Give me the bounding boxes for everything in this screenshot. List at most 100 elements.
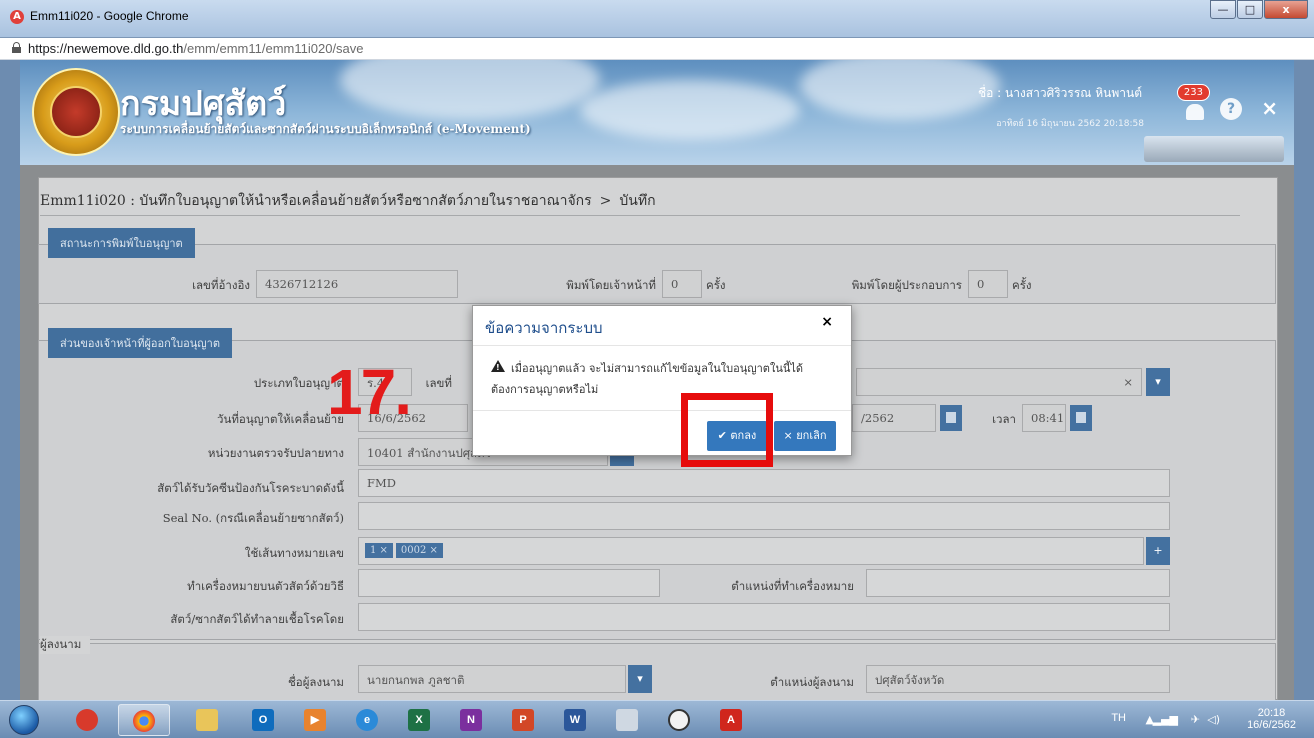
dest-unit-label: หน่วยงานตรวจรับปลายทาง (207, 446, 344, 460)
route-field[interactable]: 1 × 0002 × (358, 537, 1144, 565)
user-name: ชื่อ : นางสาวศิริวรรณ หินพานต์ (977, 86, 1142, 100)
current-datetime: อาทิตย์ 16 มิถุนายน 2562 20:18:58 (996, 119, 1144, 129)
taskbar-word[interactable]: W (550, 704, 602, 736)
signer-position-field[interactable]: ปศุสัตว์จังหวัด (866, 665, 1170, 693)
taskbar-onenote[interactable]: N (446, 704, 498, 736)
brand-subtitle: ระบบการเคลื่อนย้ายสัตว์และซากสัตว์ผ่านระ… (120, 122, 531, 136)
dialog-body: ! เมื่ออนุญาตแล้ว จะไม่สามารถแก้ไขข้อมูล… (473, 346, 851, 410)
minimize-button[interactable]: — (1210, 0, 1236, 19)
ref-label: เลขที่อ้างอิง (192, 278, 250, 292)
app-icon: A (10, 10, 24, 24)
staff-print-unit: ครั้ง (706, 278, 726, 292)
help-icon[interactable]: ? (1220, 98, 1242, 120)
mark-method-label: ทำเครื่องหมายบนตัวสัตว์ด้วยวิธี (187, 579, 344, 593)
excel-icon: X (408, 709, 430, 731)
taskbar-powerpoint[interactable]: P (498, 704, 550, 736)
operator-print-field[interactable]: 0 (968, 270, 1008, 298)
acrobat-icon: A (720, 709, 742, 731)
taskbar-pin[interactable] (62, 704, 114, 736)
site-header: กรมปศุสัตว์ ระบบการเคลื่อนย้ายสัตว์และซา… (20, 60, 1294, 165)
taskbar-printer[interactable] (602, 704, 654, 736)
seal-label: Seal No. (กรณีเคลื่อนย้ายซากสัตว์) (162, 511, 344, 525)
clock-icon (668, 709, 690, 731)
staff-print-field[interactable]: 0 (662, 270, 702, 298)
mark-position-field[interactable] (866, 569, 1170, 597)
route-tag[interactable]: 1 × (365, 543, 393, 558)
ie-icon: e (356, 709, 378, 731)
time-field[interactable]: 08:41 (1022, 404, 1066, 432)
signal-icon[interactable]: ▂▄▆ (1153, 713, 1178, 726)
vaccine-label: สัตว์ได้รับวัคซีนป้องกันโรคระบาดดังนี้ (157, 481, 344, 495)
permit-no-select[interactable]: × (856, 368, 1142, 396)
outlook-icon: O (252, 709, 274, 731)
chrome-icon (133, 710, 155, 732)
taskbar: O ▶ e X N P W A TH ▲ ▂▄▆ ✈ ◁) 20:18 16/6… (0, 700, 1314, 738)
route-tag[interactable]: 0002 × (395, 543, 443, 558)
clock-icon[interactable] (1070, 405, 1092, 431)
breadcrumb-current: บันทึก (619, 193, 656, 209)
bell-icon[interactable] (1186, 104, 1204, 120)
signer-group-label: ผู้ลงนาม (40, 636, 90, 654)
dialog-title: ข้อความจากระบบ (485, 319, 603, 337)
dialog-message-line2: ต้องการอนุญาตหรือไม่ (491, 383, 599, 396)
signer-name-dropdown-button[interactable]: ▾ (628, 665, 652, 693)
disinfect-field[interactable] (358, 603, 1170, 631)
seal-field[interactable] (358, 502, 1170, 530)
permit-no-dropdown-button[interactable]: ▾ (1146, 368, 1170, 396)
truck-illustration (1144, 136, 1284, 162)
clock-time: 20:18 (1257, 707, 1286, 719)
breadcrumb-page: Emm11i020 : บันทึกใบอนุญาตให้นำหรือเคลื่… (40, 193, 592, 209)
taskbar-media[interactable]: ▶ (290, 704, 342, 736)
taskbar-outlook[interactable]: O (238, 704, 290, 736)
taskbar-explorer[interactable] (182, 704, 234, 736)
staff-print-label: พิมพ์โดยเจ้าหน้าที่ (566, 278, 656, 292)
language-indicator[interactable]: TH (1111, 712, 1126, 724)
taskbar-excel[interactable]: X (394, 704, 446, 736)
operator-print-label: พิมพ์โดยผู้ประกอบการ (851, 278, 962, 292)
taskbar-acrobat[interactable]: A (706, 704, 758, 736)
taskbar-clock[interactable] (654, 704, 706, 736)
permit-type-label: ประเภทใบอนุญาต (253, 376, 344, 390)
taskbar-ie[interactable]: e (342, 704, 394, 736)
step-number-annotation: 17. (327, 356, 412, 428)
word-icon: W (564, 709, 586, 731)
window-controls: — □ x (1209, 0, 1308, 19)
system-clock[interactable]: 20:18 16/6/2562 (1247, 707, 1296, 731)
highlight-box (681, 393, 773, 467)
dialog-header: ข้อความจากระบบ × (473, 306, 851, 346)
start-button[interactable] (9, 705, 39, 735)
window-title-bar: A Emm11i020 - Google Chrome — □ x (0, 0, 1314, 38)
chevron-right-icon: > (599, 193, 612, 209)
volume-icon[interactable]: ◁) (1207, 713, 1220, 726)
taskbar-chrome[interactable] (118, 704, 170, 736)
network-icon[interactable]: ✈ (1191, 713, 1200, 726)
mark-method-field[interactable] (358, 569, 660, 597)
notification-badge[interactable]: 233 (1176, 84, 1210, 101)
ref-field[interactable]: 4326712126 (256, 270, 458, 298)
department-seal-logo (32, 68, 120, 156)
confirm-dialog: ข้อความจากระบบ × ! เมื่ออนุญาตแล้ว จะไม่… (472, 305, 852, 456)
permit-no-label: เลขที่ (425, 376, 452, 390)
divider (40, 215, 1240, 216)
signer-name-select[interactable]: นายกนกพล ภูลชาติ (358, 665, 626, 693)
powerpoint-icon: P (512, 709, 534, 731)
window-title: Emm11i020 - Google Chrome (30, 9, 189, 23)
clock-date: 16/6/2562 (1247, 719, 1296, 731)
end-date-field[interactable]: /2562 (852, 404, 936, 432)
vaccine-field[interactable]: FMD (358, 469, 1170, 497)
maximize-button[interactable]: □ (1237, 0, 1263, 19)
address-bar[interactable]: https://newemove.dld.go.th/emm/emm11/emm… (0, 38, 1314, 60)
lock-icon (12, 42, 21, 53)
cancel-button[interactable]: × ยกเลิก (774, 421, 836, 451)
dialog-close-icon[interactable]: × (821, 314, 833, 330)
url-text[interactable]: https://newemove.dld.go.th/emm/emm11/emm… (28, 41, 364, 56)
logout-icon[interactable]: × (1261, 96, 1278, 120)
signer-position-label: ตำแหน่งผู้ลงนาม (770, 675, 854, 689)
close-window-button[interactable]: x (1264, 0, 1308, 19)
add-route-button[interactable]: + (1146, 537, 1170, 565)
time-label: เวลา (992, 412, 1016, 426)
disinfect-label: สัตว์/ซากสัตว์ได้ทำลายเชื้อโรคโดย (170, 612, 344, 626)
signer-name-label: ชื่อผู้ลงนาม (287, 675, 344, 689)
route-label: ใช้เส้นทางหมายเลข (244, 546, 344, 560)
calendar-icon[interactable] (940, 405, 962, 431)
